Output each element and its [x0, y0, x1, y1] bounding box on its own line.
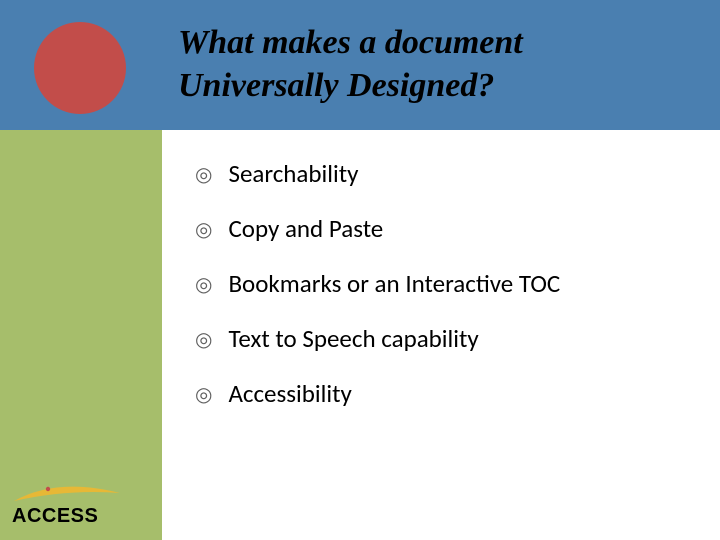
list-item: ◎ Text to Speech capability: [195, 325, 695, 354]
bullet-icon: ◎: [195, 271, 212, 299]
title-line-1: What makes a document: [178, 24, 523, 61]
slide: What makes a document Universally Design…: [0, 0, 720, 540]
bullet-icon: ◎: [195, 216, 212, 244]
bullet-text: Copy and Paste: [228, 215, 383, 243]
title-line-2: Universally Designed?: [178, 67, 494, 104]
logo: ACCESS: [12, 483, 152, 528]
list-item: ◎ Copy and Paste: [195, 215, 695, 244]
bullet-icon: ◎: [195, 381, 212, 409]
bullet-icon: ◎: [195, 326, 212, 354]
logo-text: ACCESS: [12, 505, 152, 528]
list-item: ◎ Bookmarks or an Interactive TOC: [195, 270, 695, 299]
list-item: ◎ Accessibility: [195, 380, 695, 409]
bullet-icon: ◎: [195, 161, 212, 189]
bullet-text: Bookmarks or an Interactive TOC: [228, 270, 560, 298]
list-item: ◎ Searchability: [195, 160, 695, 189]
left-panel: [0, 130, 162, 540]
swoosh-icon: [12, 483, 132, 507]
bullet-text: Searchability: [228, 160, 358, 188]
bullet-text: Accessibility: [228, 380, 351, 408]
bullet-list: ◎ Searchability ◎ Copy and Paste ◎ Bookm…: [195, 160, 695, 435]
accent-circle: [34, 22, 126, 114]
bullet-text: Text to Speech capability: [228, 325, 478, 353]
slide-title: What makes a document Universally Design…: [178, 22, 698, 107]
